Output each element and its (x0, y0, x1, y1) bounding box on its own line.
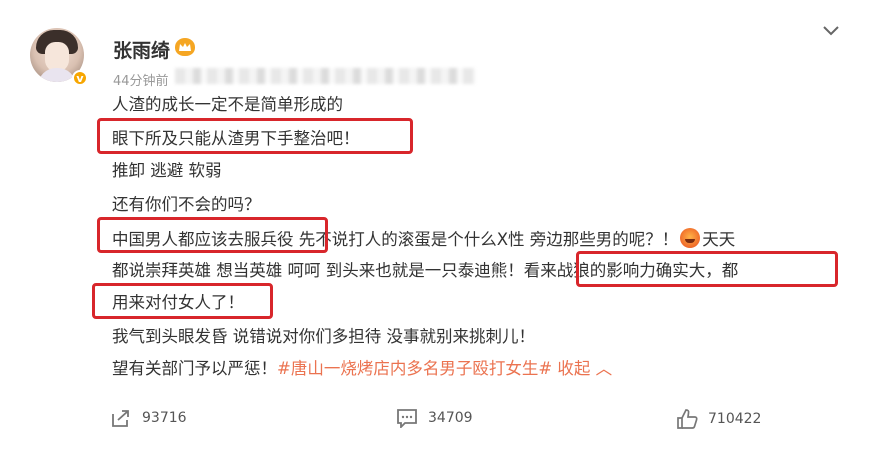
post-timestamp[interactable]: 44分钟前 (113, 70, 169, 89)
post-line: 推卸 逃避 软弱 (112, 161, 222, 180)
repost-icon (110, 408, 132, 428)
collapse-link[interactable]: 收起 (552, 359, 590, 378)
post-line: 还有你们不会的吗？ (112, 195, 261, 214)
post-line-text: 望有关部门予以严惩！ (112, 359, 277, 378)
comment-button[interactable]: 34709 (396, 408, 473, 428)
hashtag-link[interactable]: #唐山一烧烤店内多名男子殴打女生# (277, 359, 552, 378)
blurred-meta (175, 68, 475, 84)
highlight-box (92, 283, 273, 319)
post-line-text: 天天 (702, 230, 736, 249)
highlight-box (576, 251, 838, 287)
chevron-down-icon[interactable] (822, 22, 840, 36)
like-button[interactable]: 710422 (676, 408, 761, 430)
highlight-box (97, 217, 328, 253)
post-line: 我气到头眼发昏 说错说对你们多担待 没事就别来挑刺儿！ (112, 327, 535, 346)
chevron-up-icon[interactable]: ︿ (590, 359, 613, 378)
post-line: 望有关部门予以严惩！#唐山一烧烤店内多名男子殴打女生# 收起 ︿ (112, 358, 612, 380)
verified-badge-icon: v (72, 70, 88, 86)
repost-button[interactable]: 93716 (110, 408, 187, 428)
comment-count: 34709 (428, 410, 473, 426)
repost-count: 93716 (142, 410, 187, 426)
avatar-body (38, 68, 76, 82)
highlight-box (97, 118, 413, 154)
comment-icon (396, 408, 418, 428)
post-line: 人渣的成长一定不是简单形成的 (112, 95, 343, 114)
thumbs-up-icon (676, 408, 698, 430)
username[interactable]: 张雨绮 (113, 36, 170, 63)
crown-icon (175, 38, 195, 56)
like-count: 710422 (708, 411, 762, 427)
angry-face-icon (680, 228, 701, 248)
